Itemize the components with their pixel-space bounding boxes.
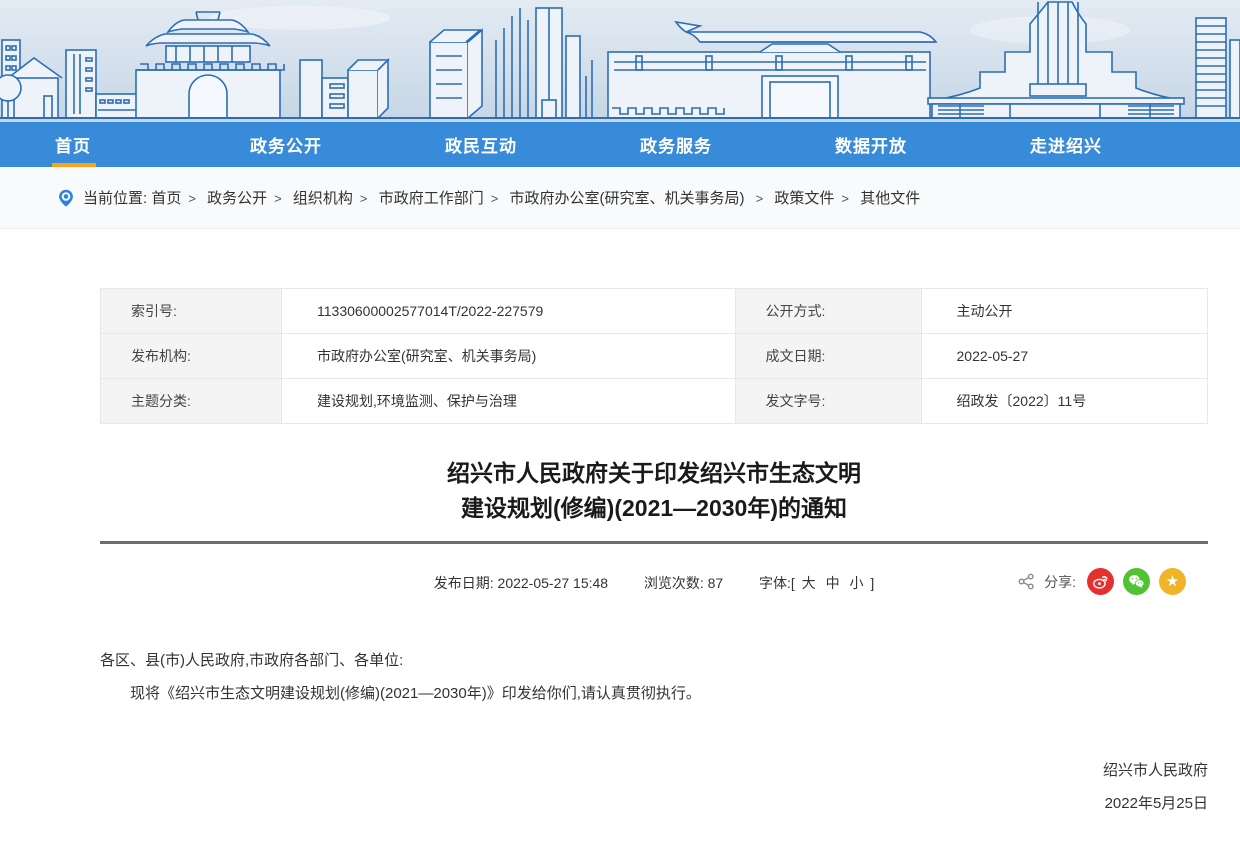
page-title-line1: 绍兴市人民政府关于印发绍兴市生态文明 [100, 456, 1208, 491]
title-divider [100, 541, 1208, 544]
meta-value-date-of-writing: 2022-05-27 [921, 334, 1207, 379]
font-size-label-close: ] [870, 575, 874, 591]
share-label: 分享: [1044, 572, 1076, 592]
breadcrumb-link-office[interactable]: 市政府办公室(研究室、机关事务局) [509, 190, 744, 207]
breadcrumb-link-gov-disclosure[interactable]: 政务公开 [207, 190, 267, 207]
breadcrumb-link-departments[interactable]: 市政府工作部门 [379, 190, 484, 207]
wechat-icon [1128, 573, 1145, 590]
views-label: 浏览次数: [644, 575, 704, 591]
font-size-medium[interactable]: 中 [826, 575, 840, 591]
signature-date: 2022年5月25日 [100, 787, 1208, 820]
publish-meta-row: 发布日期: 2022-05-27 15:48 浏览次数: 87 字体:[ 大 中… [100, 568, 1208, 598]
signature-block: 绍兴市人民政府 2022年5月25日 [100, 754, 1208, 820]
meta-value-disclosure-method: 主动公开 [921, 289, 1207, 334]
star-icon: ★ [1166, 574, 1179, 589]
breadcrumb-prefix: 当前位置: [83, 190, 147, 207]
font-size-switcher: 字体:[ 大 中 小 ] [759, 575, 874, 591]
page-title-line2: 建设规划(修编)(2021—2030年)的通知 [100, 491, 1208, 526]
nav-item-home[interactable]: 首页 [30, 122, 225, 167]
font-size-small[interactable]: 小 [849, 575, 863, 591]
publish-date-label: 发布日期: [434, 575, 494, 591]
table-row: 索引号: 11330600002577014T/2022-227579 公开方式… [101, 289, 1208, 334]
signature-issuer: 绍兴市人民政府 [100, 754, 1208, 787]
breadcrumb-link-org[interactable]: 组织机构 [293, 190, 353, 207]
publish-date-value: 2022-05-27 15:48 [498, 575, 609, 591]
meta-value-document-number: 绍政发〔2022〕11号 [921, 379, 1207, 424]
body-paragraph: 现将《绍兴市生态文明建设规划(修编)(2021—2030年)》印发给你们,请认真… [100, 677, 1208, 710]
table-row: 主题分类: 建设规划,环境监测、保护与治理 发文字号: 绍政发〔2022〕11号 [101, 379, 1208, 424]
main-nav: 首页 政务公开 政民互动 政务服务 数据开放 走进绍兴 [0, 122, 1240, 167]
article-body: 各区、县(市)人民政府,市政府各部门、各单位: 现将《绍兴市生态文明建设规划(修… [100, 644, 1208, 710]
nav-item-services[interactable]: 政务服务 [615, 122, 810, 167]
meta-label-date-of-writing: 成文日期: [735, 334, 921, 379]
meta-label-index-no: 索引号: [101, 289, 282, 334]
meta-label-topic-category: 主题分类: [101, 379, 282, 424]
article-content: 索引号: 11330600002577014T/2022-227579 公开方式… [100, 288, 1208, 850]
views-value: 87 [708, 575, 724, 591]
nav-item-open-data[interactable]: 数据开放 [810, 122, 1005, 167]
city-skyline-banner [0, 0, 1240, 122]
meta-value-issuing-agency: 市政府办公室(研究室、机关事务局) [282, 334, 736, 379]
nav-item-interaction[interactable]: 政民互动 [420, 122, 615, 167]
meta-label-issuing-agency: 发布机构: [101, 334, 282, 379]
font-size-large[interactable]: 大 [802, 575, 816, 591]
meta-value-index-no: 11330600002577014T/2022-227579 [282, 289, 736, 334]
breadcrumb-link-other-files[interactable]: 其他文件 [860, 190, 920, 207]
table-row: 发布机构: 市政府办公室(研究室、机关事务局) 成文日期: 2022-05-27 [101, 334, 1208, 379]
share-wechat-button[interactable] [1123, 568, 1150, 595]
meta-label-document-number: 发文字号: [735, 379, 921, 424]
weibo-icon [1092, 573, 1109, 590]
share-qzone-button[interactable]: ★ [1159, 568, 1186, 595]
breadcrumb-link-home[interactable]: 首页 [151, 190, 181, 207]
share-weibo-button[interactable] [1087, 568, 1114, 595]
meta-value-topic-category: 建设规划,环境监测、保护与治理 [282, 379, 736, 424]
page-title: 绍兴市人民政府关于印发绍兴市生态文明 建设规划(修编)(2021—2030年)的… [100, 456, 1208, 526]
breadcrumb-bar: 当前位置: 首页> 政务公开> 组织机构> 市政府工作部门> 市政府办公室(研究… [0, 167, 1240, 229]
breadcrumb-link-policy-files[interactable]: 政策文件 [774, 190, 834, 207]
meta-label-disclosure-method: 公开方式: [735, 289, 921, 334]
share-icon [1018, 573, 1035, 590]
location-pin-icon [57, 189, 75, 207]
nav-item-about-shaoxing[interactable]: 走进绍兴 [1005, 122, 1200, 167]
document-meta-table: 索引号: 11330600002577014T/2022-227579 公开方式… [100, 288, 1208, 424]
breadcrumb: 当前位置: 首页> 政务公开> 组织机构> 市政府工作部门> 市政府办公室(研究… [83, 187, 920, 208]
salutation-line: 各区、县(市)人民政府,市政府各部门、各单位: [100, 644, 1208, 677]
share-toolbar: 分享: ★ [1018, 568, 1186, 595]
font-size-label: 字体:[ [759, 575, 795, 591]
nav-item-gov-disclosure[interactable]: 政务公开 [225, 122, 420, 167]
